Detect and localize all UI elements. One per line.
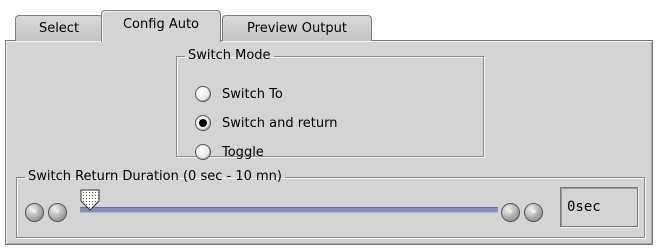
radio-button[interactable] bbox=[195, 144, 211, 160]
switch-mode-group: Switch Mode Switch To Switch and return … bbox=[176, 48, 484, 160]
radio-label: Switch and return bbox=[222, 115, 338, 131]
radio-switch-and-return[interactable]: Switch and return bbox=[195, 112, 337, 134]
radio-label: Switch To bbox=[222, 86, 283, 102]
duration-legend: Switch Return Duration (0 sec - 10 mn) bbox=[28, 169, 282, 184]
tab-config-auto[interactable]: Config Auto bbox=[101, 10, 221, 42]
step-back-icon[interactable]: ‹ bbox=[48, 203, 67, 222]
switch-mode-legend: Switch Mode bbox=[188, 48, 271, 63]
radio-label: Toggle bbox=[222, 144, 264, 160]
tab-select[interactable]: Select bbox=[15, 15, 103, 41]
switch-return-duration-group: Switch Return Duration (0 sec - 10 mn) bbox=[16, 170, 645, 238]
duration-value: 0sec bbox=[560, 187, 638, 227]
fast-forward-icon[interactable]: » bbox=[524, 203, 543, 222]
radio-button[interactable] bbox=[195, 115, 211, 131]
rewind-icon[interactable]: « bbox=[25, 203, 44, 222]
radio-toggle[interactable]: Toggle bbox=[195, 141, 264, 163]
step-forward-icon[interactable]: › bbox=[501, 203, 520, 222]
duration-slider-track[interactable] bbox=[80, 207, 498, 213]
radio-button[interactable] bbox=[195, 86, 211, 102]
slider-thumb[interactable] bbox=[80, 189, 100, 211]
radio-switch-to[interactable]: Switch To bbox=[195, 83, 283, 105]
tab-preview-output[interactable]: Preview Output bbox=[222, 15, 372, 41]
